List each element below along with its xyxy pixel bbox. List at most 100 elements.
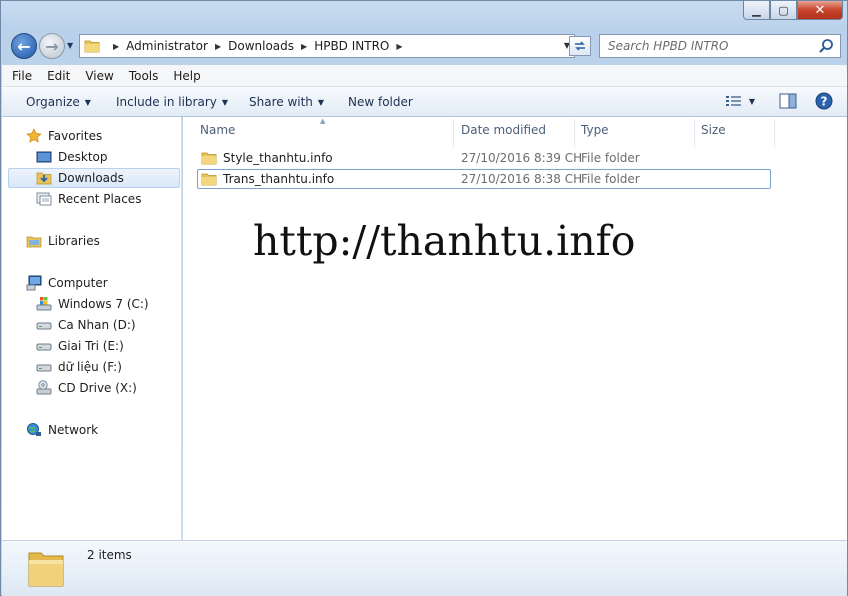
folder-icon (201, 173, 217, 186)
organize-button[interactable]: Organize ▼ (26, 95, 91, 109)
caption-buttons: ▁ ▢ ✕ (743, 1, 843, 21)
hard-drive-icon (36, 322, 52, 330)
new-folder-button[interactable]: New folder (348, 95, 413, 109)
breadcrumb-separator-icon[interactable]: ▶ (396, 42, 402, 51)
share-with-button[interactable]: Share with ▼ (249, 95, 324, 109)
column-divider[interactable] (574, 119, 575, 147)
svg-text:?: ? (821, 95, 828, 109)
sidebar-item-label: Desktop (58, 150, 108, 164)
column-date-modified[interactable]: Date modified (461, 123, 546, 137)
minimize-icon: ▁ (752, 3, 761, 17)
breadcrumb-separator-icon[interactable]: ▶ (301, 42, 307, 51)
libraries-icon (26, 236, 42, 248)
sidebar-item-drive-x[interactable]: CD Drive (X:) (36, 378, 137, 398)
recent-places-icon (36, 192, 52, 206)
menu-view[interactable]: View (85, 69, 113, 83)
cd-drive-icon (36, 380, 52, 395)
file-name: Trans_thanhtu.info (223, 172, 335, 186)
chevron-down-icon: ▼ (221, 98, 229, 107)
menu-tools[interactable]: Tools (129, 69, 159, 83)
share-label: Share with (249, 95, 313, 109)
column-divider[interactable] (694, 119, 695, 147)
address-bar[interactable]: ▶ Administrator ▶ Downloads ▶ HPBD INTRO… (79, 34, 575, 58)
hard-drive-icon (36, 364, 52, 372)
menu-bar: File Edit View Tools Help (2, 65, 847, 87)
minimize-button[interactable]: ▁ (743, 1, 770, 20)
sidebar-item-desktop[interactable]: Desktop (36, 147, 108, 167)
explorer-window: ▁ ▢ ✕ ← → ▼ ▶ Administrator ▶ Downloads … (0, 0, 848, 596)
file-date: 27/10/2016 8:39 CH (461, 151, 583, 165)
sidebar-item-label: Network (48, 423, 99, 437)
maximize-button[interactable]: ▢ (770, 1, 797, 20)
search-box[interactable] (599, 34, 841, 58)
recent-pages-button[interactable]: ▼ (67, 41, 73, 50)
organize-label: Organize (26, 95, 80, 109)
close-button[interactable]: ✕ (797, 1, 843, 20)
column-divider[interactable] (453, 119, 454, 147)
help-icon[interactable]: ? (815, 92, 833, 110)
file-name: Style_thanhtu.info (223, 151, 333, 165)
sidebar-item-drive-f[interactable]: dữ liệu (F:) (36, 357, 122, 377)
menu-edit[interactable]: Edit (47, 69, 70, 83)
menu-help[interactable]: Help (173, 69, 200, 83)
menu-file[interactable]: File (12, 69, 32, 83)
sidebar-item-label: Recent Places (58, 192, 142, 206)
column-type[interactable]: Type (581, 123, 609, 137)
sidebar-item-label: Libraries (48, 234, 100, 248)
sort-ascending-icon: ▲ (320, 117, 326, 125)
refresh-button[interactable] (569, 36, 591, 56)
search-icon[interactable] (818, 38, 834, 54)
preview-pane-icon[interactable] (779, 93, 797, 109)
file-type: File folder (581, 151, 640, 165)
view-details-icon[interactable] (725, 94, 743, 108)
refresh-icon (575, 41, 585, 51)
folder-icon (28, 552, 64, 587)
sidebar-item-label: Downloads (58, 171, 124, 185)
view-options-dropdown-icon[interactable]: ▼ (749, 97, 755, 106)
sidebar-item-downloads[interactable]: Downloads (8, 168, 180, 188)
sidebar-item-network[interactable]: Network (26, 420, 98, 440)
network-icon (27, 423, 41, 436)
sidebar-item-libraries[interactable]: Libraries (26, 231, 100, 251)
maximize-icon: ▢ (778, 3, 789, 17)
sidebar-item-label: Favorites (48, 129, 103, 143)
forward-button[interactable]: → (39, 33, 65, 59)
file-row[interactable]: Trans_thanhtu.info 27/10/2016 8:38 CH Fi… (197, 169, 771, 189)
computer-icon (26, 275, 42, 291)
file-row[interactable]: Style_thanhtu.info 27/10/2016 8:39 CH Fi… (197, 148, 771, 168)
sidebar-item-label: Computer (48, 276, 108, 290)
file-type: File folder (581, 172, 640, 186)
sidebar-item-favorites[interactable]: Favorites (26, 126, 102, 146)
chevron-down-icon: ▼ (84, 98, 91, 107)
downloads-folder-icon (36, 172, 52, 185)
sidebar-item-label: CD Drive (X:) (58, 381, 137, 395)
sidebar-item-label: Ca Nhan (D:) (58, 318, 136, 332)
include-in-library-button[interactable]: Include in library ▼ (116, 95, 228, 109)
folder-icon (84, 40, 100, 53)
file-list: ▲ Name Date modified Type Size Style_tha… (183, 117, 847, 540)
column-size[interactable]: Size (701, 123, 726, 137)
new-folder-label: New folder (348, 95, 413, 109)
search-input[interactable] (608, 39, 808, 53)
command-bar: Organize ▼ Include in library ▼ Share with… (2, 87, 847, 117)
sidebar-item-recent-places[interactable]: Recent Places (36, 189, 141, 209)
column-name[interactable]: Name (200, 123, 235, 137)
view-controls: ▼ ? (725, 92, 833, 110)
windows-drive-icon (36, 297, 52, 311)
breadcrumb-hpbd-intro[interactable]: HPBD INTRO (314, 39, 389, 53)
item-count: 2 items (87, 548, 132, 562)
desktop-icon (36, 151, 52, 163)
sidebar-item-drive-e[interactable]: Giai Tri (E:) (36, 336, 124, 356)
breadcrumb-separator-icon[interactable]: ▶ (113, 42, 119, 51)
breadcrumb-downloads[interactable]: Downloads (228, 39, 294, 53)
back-button[interactable]: ← (11, 33, 37, 59)
sidebar-item-computer[interactable]: Computer (26, 273, 108, 293)
column-divider[interactable] (774, 119, 775, 147)
chevron-down-icon: ▼ (317, 98, 325, 107)
file-date: 27/10/2016 8:38 CH (461, 172, 583, 186)
details-pane: 2 items (2, 540, 847, 596)
sidebar-item-drive-d[interactable]: Ca Nhan (D:) (36, 315, 136, 335)
sidebar-item-drive-c[interactable]: Windows 7 (C:) (36, 294, 149, 314)
breadcrumb-separator-icon[interactable]: ▶ (215, 42, 221, 51)
breadcrumb-administrator[interactable]: Administrator (126, 39, 208, 53)
